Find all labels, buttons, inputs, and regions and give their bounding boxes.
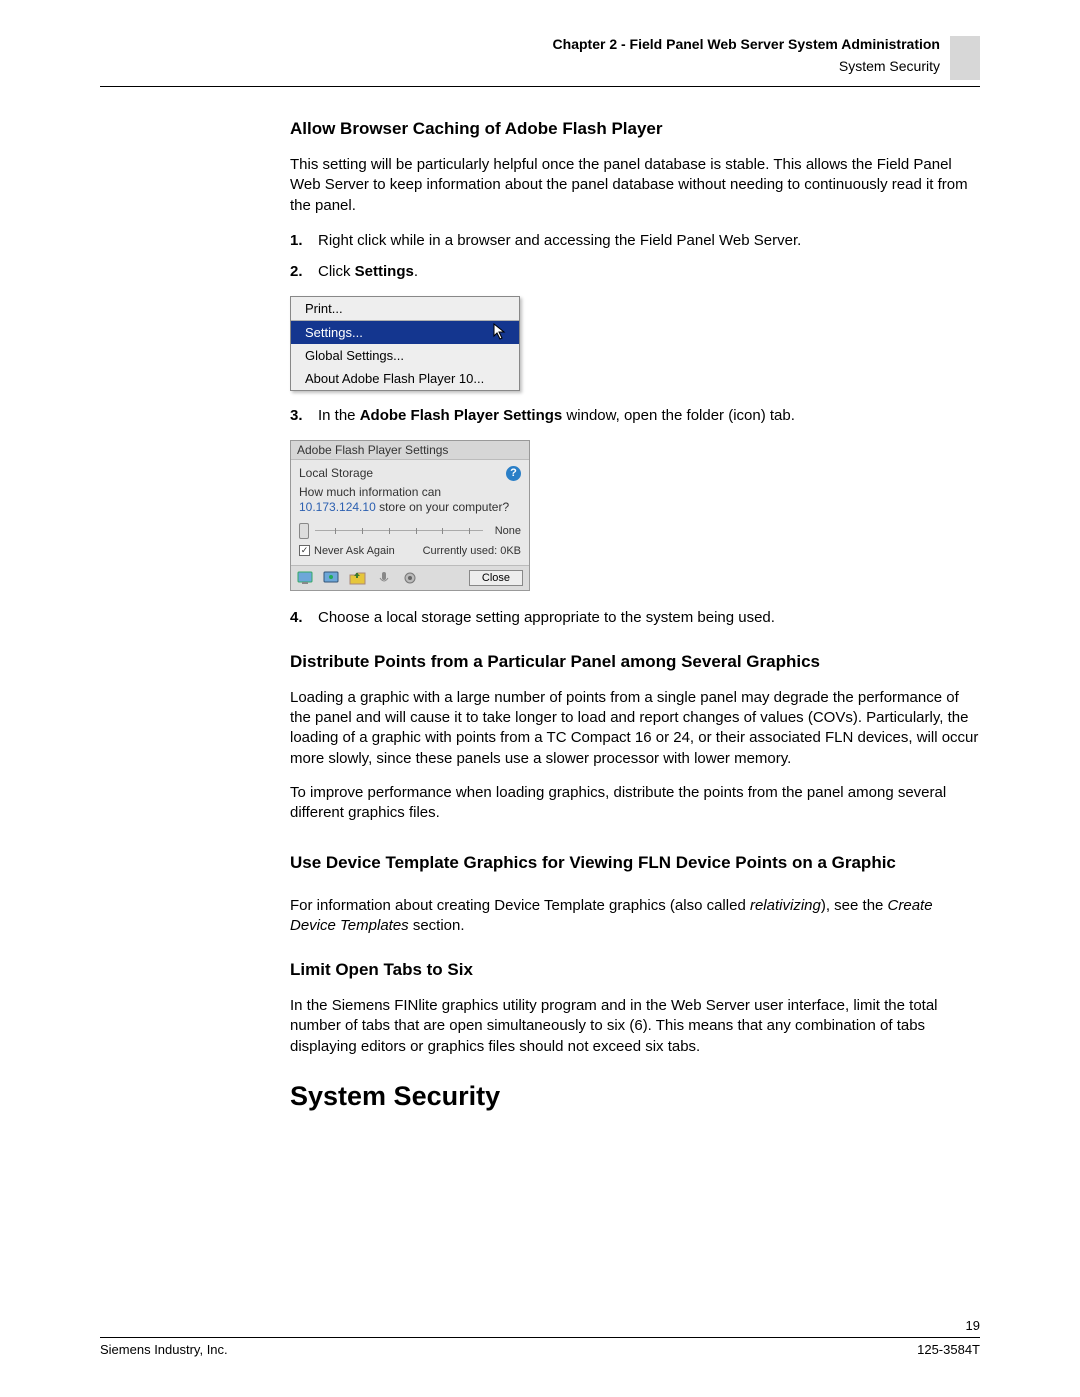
header-section: System Security bbox=[553, 58, 940, 74]
checkbox-icon: ✓ bbox=[299, 545, 310, 556]
local-storage-label: Local Storage bbox=[299, 466, 373, 480]
camera-tab-icon[interactable] bbox=[401, 570, 419, 586]
page-number: 19 bbox=[100, 1318, 980, 1333]
step-3: 3. In the Adobe Flash Player Settings wi… bbox=[290, 405, 980, 426]
para-allow-caching-intro: This setting will be particularly helpfu… bbox=[290, 155, 980, 216]
footer-rule bbox=[100, 1337, 980, 1338]
folder-tab-icon[interactable] bbox=[349, 570, 367, 586]
figure-context-menu: Print... Settings... Global Settings... … bbox=[290, 296, 520, 391]
help-icon[interactable]: ? bbox=[506, 466, 521, 481]
close-button[interactable]: Close bbox=[469, 570, 523, 586]
para-device-template: For information about creating Device Te… bbox=[290, 896, 980, 937]
para-distribute-1: Loading a graphic with a large number of… bbox=[290, 688, 980, 769]
heading-allow-caching: Allow Browser Caching of Adobe Flash Pla… bbox=[290, 119, 980, 139]
never-ask-checkbox[interactable]: ✓ Never Ask Again bbox=[299, 545, 395, 557]
slider-thumb[interactable] bbox=[299, 523, 309, 539]
step-number: 4. bbox=[290, 607, 318, 628]
currently-used-label: Currently used: 0KB bbox=[423, 545, 521, 557]
step-number: 2. bbox=[290, 261, 318, 282]
step-text: Click Settings. bbox=[318, 261, 980, 282]
steps-list-2: 3. In the Adobe Flash Player Settings wi… bbox=[290, 405, 980, 426]
steps-list-1: 1. Right click while in a browser and ac… bbox=[290, 230, 980, 282]
storage-slider[interactable]: None bbox=[299, 523, 521, 539]
header-chapter: Chapter 2 - Field Panel Web Server Syste… bbox=[553, 36, 940, 52]
slider-track bbox=[315, 530, 483, 531]
step-text: Choose a local storage setting appropria… bbox=[318, 607, 980, 628]
menu-item-global-settings[interactable]: Global Settings... bbox=[291, 344, 519, 367]
storage-question: How much information can 10.173.124.10 s… bbox=[299, 485, 521, 515]
footer-company: Siemens Industry, Inc. bbox=[100, 1342, 228, 1357]
header-rule bbox=[100, 86, 980, 87]
heading-device-template: Use Device Template Graphics for Viewing… bbox=[290, 847, 980, 879]
step-4: 4. Choose a local storage setting approp… bbox=[290, 607, 980, 628]
page-footer: 19 Siemens Industry, Inc. 125-3584T bbox=[100, 1318, 980, 1357]
step-text: In the Adobe Flash Player Settings windo… bbox=[318, 405, 980, 426]
step-text: Right click while in a browser and acces… bbox=[318, 230, 980, 251]
slider-none-label: None bbox=[495, 525, 521, 537]
display-tab-icon[interactable] bbox=[297, 570, 315, 586]
header-decor-box bbox=[950, 36, 980, 80]
step-number: 3. bbox=[290, 405, 318, 426]
heading-distribute-points: Distribute Points from a Particular Pane… bbox=[290, 652, 980, 672]
figure-flash-settings-dialog: Adobe Flash Player Settings Local Storag… bbox=[290, 440, 530, 591]
heading-system-security: System Security bbox=[290, 1081, 980, 1112]
footer-docnum: 125-3584T bbox=[917, 1342, 980, 1357]
menu-item-print[interactable]: Print... bbox=[291, 297, 519, 320]
steps-list-3: 4. Choose a local storage setting approp… bbox=[290, 607, 980, 628]
privacy-tab-icon[interactable] bbox=[323, 570, 341, 586]
page-header: Chapter 2 - Field Panel Web Server Syste… bbox=[100, 36, 980, 80]
menu-item-settings[interactable]: Settings... bbox=[291, 321, 519, 344]
heading-limit-tabs: Limit Open Tabs to Six bbox=[290, 960, 980, 980]
step-1: 1. Right click while in a browser and ac… bbox=[290, 230, 980, 251]
para-limit-tabs: In the Siemens FINlite graphics utility … bbox=[290, 996, 980, 1057]
dialog-title: Adobe Flash Player Settings bbox=[291, 441, 529, 460]
ip-address: 10.173.124.10 bbox=[299, 500, 376, 514]
microphone-tab-icon[interactable] bbox=[375, 570, 393, 586]
cursor-icon bbox=[493, 323, 509, 344]
step-2: 2. Click Settings. bbox=[290, 261, 980, 282]
para-distribute-2: To improve performance when loading grap… bbox=[290, 783, 980, 824]
step-number: 1. bbox=[290, 230, 318, 251]
menu-item-about[interactable]: About Adobe Flash Player 10... bbox=[291, 367, 519, 390]
